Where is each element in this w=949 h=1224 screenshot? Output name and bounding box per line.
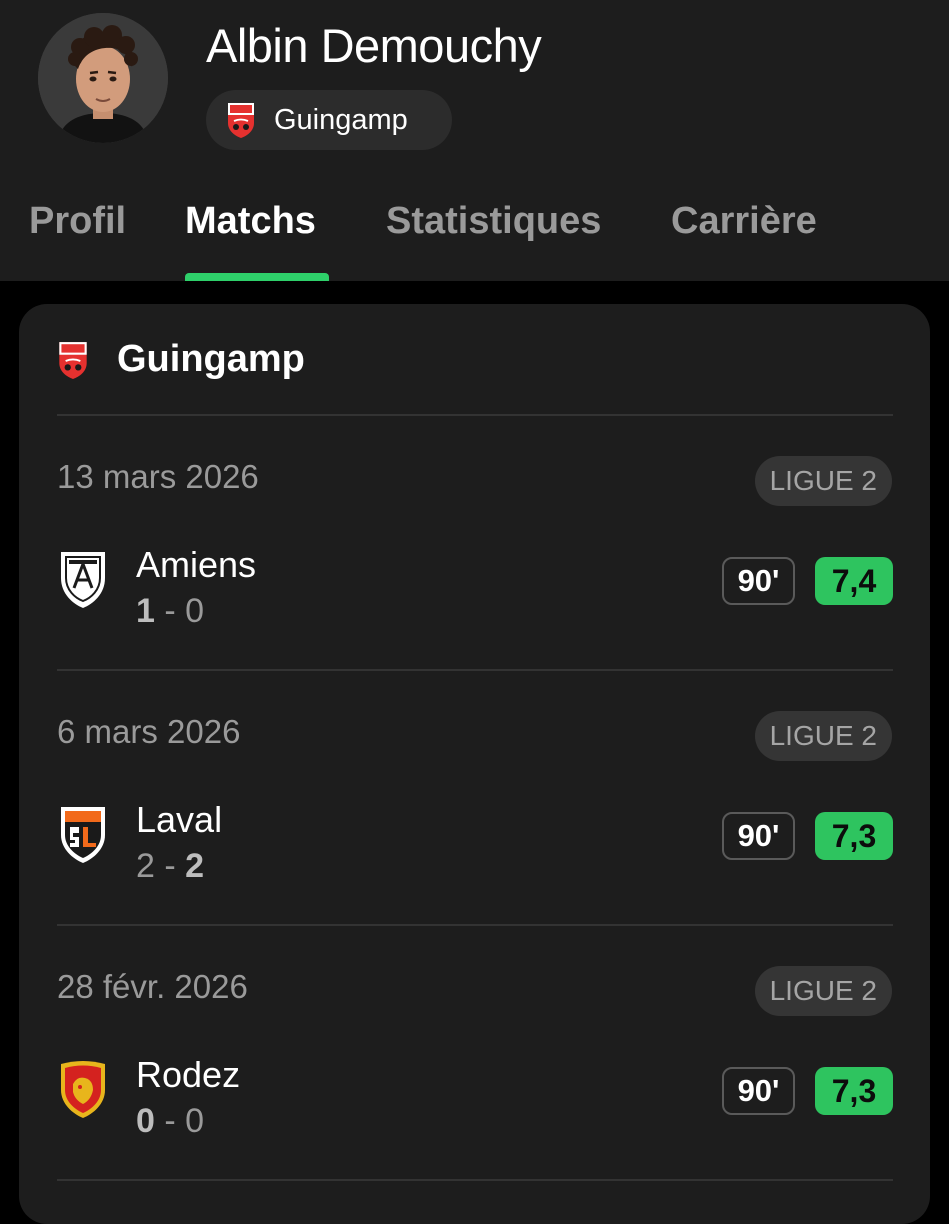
match-date: 13 mars 2026 [57,458,259,495]
team-chip[interactable]: Guingamp [206,90,452,150]
tab-profil[interactable]: Profil [29,200,126,243]
player-name: Albin Demouchy [206,19,542,72]
divider [57,1179,893,1181]
opponent-name: Amiens [136,544,257,585]
score-away: 0 [185,1102,205,1140]
matches-card: Guingamp 13 mars 2026 LIGUE 2 Amiens 1 -… [19,304,930,1224]
score-separator: - [164,592,176,630]
match-score: 1 - 0 [136,592,204,631]
rating-badge: 7,4 [815,557,893,605]
league-badge: LIGUE 2 [754,966,892,1016]
opponent-name: Rodez [136,1054,241,1095]
tab-carriere[interactable]: Carrière [671,200,817,243]
amiens-crest-icon [61,552,105,608]
match-date: 6 mars 2026 [57,713,241,750]
match-row[interactable]: 28 févr. 2026 LIGUE 2 Rodez 0 - 0 90' 7,… [19,926,930,1181]
team-chip-label: Guingamp [274,103,408,136]
match-score: 0 - 0 [136,1102,204,1141]
laval-crest-icon [61,807,105,863]
score-home: 0 [136,1102,155,1140]
tab-bar: Profil Matchs Statistiques Carrière [0,200,949,281]
guingamp-crest-icon [59,342,87,379]
minutes-played-badge: 90' [722,812,795,860]
minutes-played-badge: 90' [722,557,795,605]
player-avatar [38,13,168,143]
league-badge: LIGUE 2 [754,456,892,506]
league-badge: LIGUE 2 [754,711,892,761]
guingamp-crest-icon [228,103,254,138]
score-away: 0 [185,592,205,630]
score-home: 1 [136,592,155,630]
score-separator: - [164,847,176,885]
match-date: 28 févr. 2026 [57,968,248,1005]
tab-statistiques[interactable]: Statistiques [386,200,601,243]
rating-badge: 7,3 [815,1067,893,1115]
opponent-name: Laval [136,799,223,840]
match-score: 2 - 2 [136,847,204,886]
score-away: 2 [185,847,205,885]
rodez-crest-icon [61,1061,105,1118]
card-team-title: Guingamp [117,338,305,380]
active-tab-indicator [185,273,329,281]
minutes-played-badge: 90' [722,1067,795,1115]
player-photo-icon [38,13,168,143]
match-row[interactable]: 6 mars 2026 LIGUE 2 Laval 2 - 2 90' 7,3 [19,671,930,926]
score-home: 2 [136,847,155,885]
score-separator: - [164,1102,176,1140]
match-row[interactable]: 13 mars 2026 LIGUE 2 Amiens 1 - 0 90' 7,… [19,416,930,671]
rating-badge: 7,3 [815,812,893,860]
tab-matchs[interactable]: Matchs [185,200,316,243]
